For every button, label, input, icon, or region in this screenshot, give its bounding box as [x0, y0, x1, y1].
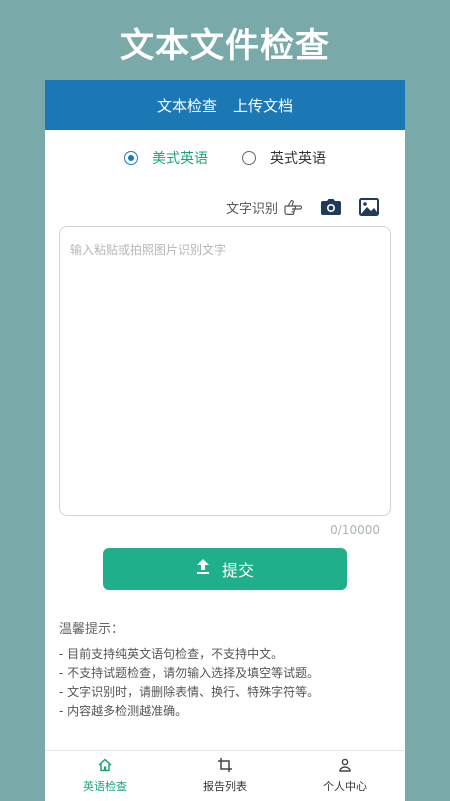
radio-american-english-label: 美式英语: [152, 151, 208, 167]
nav-label-personal-center: 个人中心: [323, 780, 367, 793]
submit-label: 提交: [221, 561, 254, 580]
tab-text-check[interactable]: 文本检查: [157, 95, 217, 116]
tip-item: - 不支持试题检查，请勿输入选择及填空等试题。: [59, 666, 320, 680]
submit-button[interactable]: 提交: [103, 548, 347, 590]
radio-british-english-label: 英式英语: [270, 151, 326, 167]
text-input-placeholder: 输入粘贴或拍照图片识别文字: [70, 243, 227, 257]
tab-upload-document[interactable]: 上传文档: [233, 95, 293, 116]
bottom-navigation: 英语检查 报告列表 个人中心: [45, 750, 405, 801]
upload-icon: [196, 559, 210, 579]
image-icon[interactable]: [358, 196, 380, 218]
nav-label-report-list: 报告列表: [203, 780, 247, 793]
tip-item: - 文字识别时，请删除表情、换行、特殊字符等。: [59, 685, 320, 699]
nav-item-report-list[interactable]: 报告列表: [165, 751, 285, 801]
ocr-toolbar: 文字识别: [226, 196, 380, 218]
camera-icon[interactable]: [320, 196, 342, 218]
english-variant-selector: 美式英语 英式英语: [45, 148, 405, 168]
radio-american-english[interactable]: 美式英语: [124, 148, 208, 168]
nav-item-english-check[interactable]: 英语检查: [45, 751, 165, 801]
tip-item: - 目前支持纯英文语句检查，不支持中文。: [59, 647, 284, 661]
radio-unchecked-icon: [242, 151, 256, 165]
text-input-area[interactable]: 输入粘贴或拍照图片识别文字: [59, 226, 391, 516]
user-icon: [338, 758, 352, 775]
radio-british-english[interactable]: 英式英语: [242, 148, 326, 168]
ocr-text-button[interactable]: 文字识别: [226, 196, 304, 218]
nav-label-english-check: 英语检查: [83, 780, 127, 793]
hand-pointing-icon: [282, 196, 304, 218]
ocr-label: 文字识别: [225, 201, 278, 217]
tips-title: 温馨提示：: [59, 622, 125, 637]
home-icon: [98, 758, 112, 775]
tip-item: - 内容越多检测越准确。: [59, 704, 188, 718]
tips-section: 温馨提示： - 目前支持纯英文语句检查，不支持中文。 - 不支持试题检查，请勿输…: [59, 620, 391, 721]
nav-item-personal-center[interactable]: 个人中心: [285, 751, 405, 801]
page-title: 文本文件检查: [120, 26, 330, 66]
top-tabbar: 文本检查 上传文档: [45, 80, 405, 130]
crop-icon: [218, 758, 232, 775]
character-counter: 0/10000: [330, 523, 380, 537]
main-card: 文本检查 上传文档 美式英语 英式英语 文字识别 输入粘贴或拍照图片识别文字 0…: [45, 80, 405, 801]
radio-checked-icon: [124, 151, 138, 165]
